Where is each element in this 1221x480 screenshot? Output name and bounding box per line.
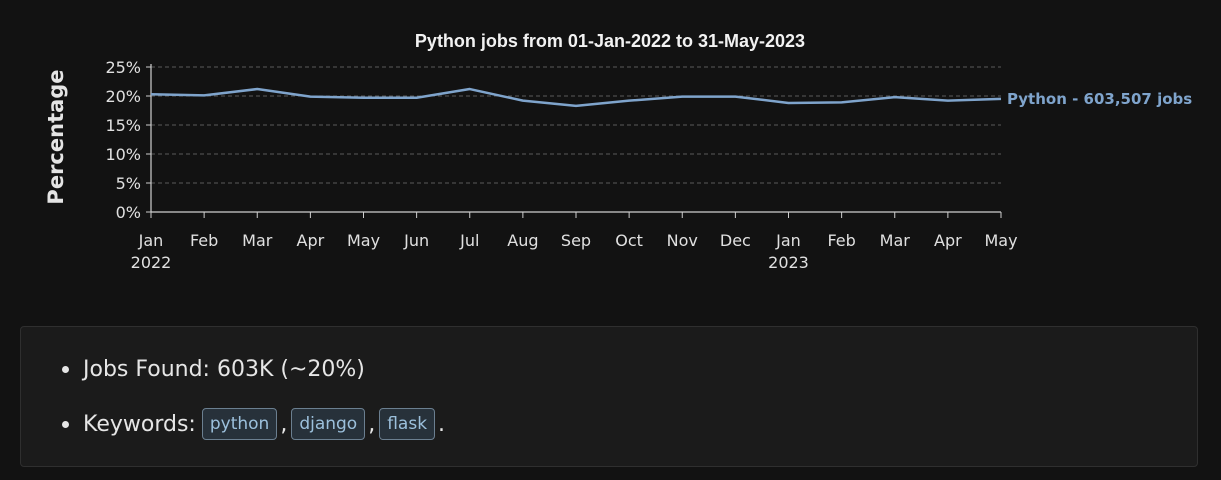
grid-lines bbox=[151, 66, 1001, 184]
keyword-tag-python: python bbox=[201, 408, 278, 440]
line-chart: Python jobs from 01-Jan-2022 to 31-May-2… bbox=[44, 31, 1192, 272]
series-line bbox=[150, 87, 1002, 108]
x-tick-label: May bbox=[347, 231, 380, 250]
x-tick-label: Feb bbox=[190, 231, 218, 250]
y-tick-label: 20% bbox=[105, 87, 141, 106]
x-tick-label: May bbox=[984, 231, 1017, 250]
keywords-period: . bbox=[438, 411, 446, 437]
x-tick-label: Apr bbox=[297, 231, 325, 250]
jobs-found-text: Jobs Found: 603K (~20%) bbox=[83, 356, 365, 382]
y-tick-label: 0% bbox=[116, 203, 141, 222]
jobs-found-item: Jobs Found: 603K (~20%) bbox=[62, 349, 365, 389]
series-label-python: Python - 603,507 jobs bbox=[1007, 90, 1192, 108]
x-tick-label: Aug bbox=[507, 231, 538, 250]
series-python bbox=[150, 87, 1002, 108]
keyword-tag-flask: flask bbox=[379, 408, 436, 440]
keywords-label: Keywords: bbox=[83, 411, 196, 437]
x-tick-label: Jan bbox=[138, 231, 164, 250]
x-tick-label: Dec bbox=[720, 231, 751, 250]
x-tick-label: Mar bbox=[242, 231, 273, 250]
x-tick-label: Sep bbox=[561, 231, 591, 250]
x-tick-label: Mar bbox=[880, 231, 911, 250]
x-tick-label: Feb bbox=[827, 231, 855, 250]
chart-title: Python jobs from 01-Jan-2022 to 31-May-2… bbox=[415, 31, 805, 51]
keyword-tag-django: django bbox=[291, 408, 366, 440]
x-tick-label: Jan bbox=[775, 231, 801, 250]
y-axis-label: Percentage bbox=[44, 69, 68, 204]
y-tick-labels: 0% 5% 10% 15% 20% 25% bbox=[105, 58, 141, 222]
x-tick-label: Oct bbox=[615, 231, 643, 250]
summary-card: Jobs Found: 603K (~20%) Keywords: python… bbox=[20, 326, 1198, 467]
x-tick-sublabel: 2022 bbox=[131, 253, 172, 272]
keyword-separator: , bbox=[280, 411, 288, 437]
y-tick-label: 10% bbox=[105, 145, 141, 164]
x-tick-label: Jun bbox=[403, 231, 429, 250]
axes bbox=[146, 64, 1002, 218]
y-tick-label: 25% bbox=[105, 58, 141, 77]
x-tick-label: Apr bbox=[934, 231, 962, 250]
x-tick-label: Nov bbox=[667, 231, 698, 250]
y-tick-label: 15% bbox=[105, 116, 141, 135]
bullet-icon bbox=[62, 366, 69, 373]
x-tick-sublabel: 2023 bbox=[768, 253, 809, 272]
x-tick-labels: Jan 2022 Feb Mar Apr May Jun Jul Aug Sep Oct Nov Dec… bbox=[131, 231, 1018, 272]
keywords-item: Keywords: python , django , flask . bbox=[62, 404, 446, 444]
x-tick-label: Jul bbox=[459, 231, 479, 250]
bullet-icon bbox=[62, 421, 69, 428]
y-tick-label: 5% bbox=[116, 174, 141, 193]
keyword-separator: , bbox=[368, 411, 376, 437]
